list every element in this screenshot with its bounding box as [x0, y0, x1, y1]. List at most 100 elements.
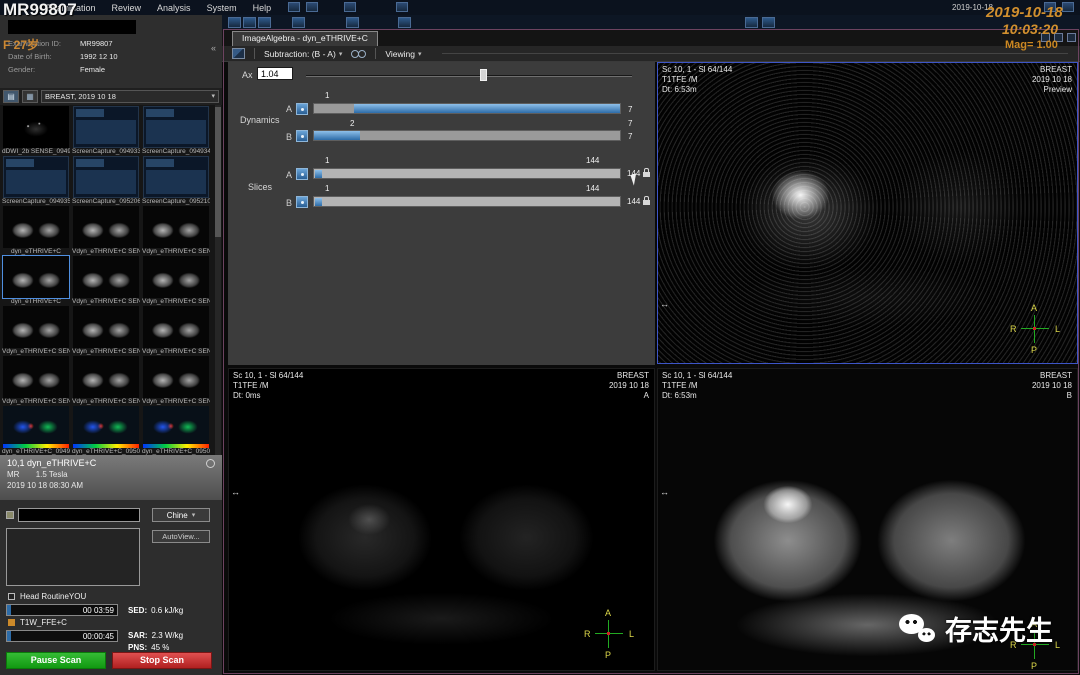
thumbnail-3[interactable]: ScreenCapture_094935 — [2, 156, 70, 206]
film-icon[interactable] — [292, 17, 305, 28]
series-info-icon[interactable] — [206, 459, 215, 468]
window-close-icon[interactable] — [1062, 2, 1074, 12]
thumbnail-6[interactable]: dyn_eTHRIVE+C — [2, 206, 70, 256]
row-letter: A — [286, 104, 292, 114]
scan-checkbox[interactable] — [8, 593, 15, 600]
subtraction-dropdown[interactable]: Subtraction: (B - A) ▾ — [264, 49, 342, 59]
orientation-a: A — [605, 608, 611, 618]
menu-item-review[interactable]: Review — [112, 3, 142, 13]
thumbnail-label: Vdyn_eTHRIVE+C SENS — [2, 398, 70, 406]
tab-imagealgebra[interactable]: ImageAlgebra - dyn_eTHRIVE+C — [232, 31, 378, 46]
thumbnail-13[interactable]: Vdyn_eTHRIVE+C SENS — [72, 306, 140, 356]
dynamics-label: Dynamics — [240, 115, 280, 125]
link-icon[interactable] — [296, 103, 308, 115]
thumbnail-5[interactable]: ScreenCapture_095210 — [142, 156, 210, 206]
collapse-icon[interactable]: « — [211, 43, 216, 53]
slider-thumb[interactable] — [315, 170, 322, 178]
study-select[interactable]: BREAST, 2019 10 18 ▾ — [41, 90, 219, 103]
metric-value: 0.6 kJ/kg — [151, 606, 183, 615]
study-date: 2019 10 18 — [609, 381, 649, 391]
viewport-preview[interactable]: Sc 10, 1 - Sl 64/144 T1TFE /M Dt: 6:53m … — [657, 62, 1078, 364]
viewport-image-a[interactable]: Sc 10, 1 - Sl 64/144 T1TFE /M Dt: 0ms BR… — [228, 368, 655, 671]
thumbnail-scrollbar[interactable] — [215, 105, 221, 455]
thumbnail-9[interactable]: dyn_eTHRIVE+C — [2, 256, 70, 306]
thumbnail-11[interactable]: Vdyn_eTHRIVE+C SENS — [142, 256, 210, 306]
thumbnail-label: ScreenCapture_094933 — [72, 148, 140, 156]
menu-bar: ExaminationReviewAnalysisSystemHelp 2019… — [0, 0, 1080, 15]
thumbnail-19[interactable]: dyn_eTHRIVE+C_09500 — [72, 406, 140, 455]
ax-slider-thumb[interactable] — [480, 69, 487, 81]
slices-a-slider[interactable] — [313, 168, 621, 179]
toolbar-icon[interactable] — [288, 2, 300, 12]
thumbnail-12[interactable]: Vdyn_eTHRIVE+C SENS — [2, 306, 70, 356]
thumbnail-image — [73, 156, 139, 198]
scrollbar-thumb[interactable] — [215, 107, 221, 237]
link-icon[interactable] — [296, 168, 308, 180]
pause-scan-button[interactable]: Pause Scan — [6, 652, 106, 669]
algebra-ab-icon[interactable] — [232, 48, 245, 59]
thumbnail-browser: dDWI_2b SENSE_09493ScreenCapture_094933S… — [0, 105, 222, 455]
autoview-button[interactable]: AutoView... — [152, 530, 210, 543]
thumbnail-1[interactable]: ScreenCapture_094933 — [72, 106, 140, 156]
menu-item-help[interactable]: Help — [253, 3, 272, 13]
thumbnail-14[interactable]: Vdyn_eTHRIVE+C SENS — [142, 306, 210, 356]
patient-field: Date of Birth: 1992 12 10 — [8, 52, 118, 61]
menu-item-system[interactable]: System — [207, 3, 237, 13]
thumbnail-label: ScreenCapture_094935 — [2, 198, 70, 206]
layout-grid-icon[interactable] — [258, 17, 271, 28]
thumbnail-8[interactable]: Vdyn_eTHRIVE+C SENS — [142, 206, 210, 256]
thumbnail-image — [3, 356, 69, 398]
link-icon[interactable] — [296, 130, 308, 142]
grid-view-icon[interactable]: ▦ — [22, 90, 38, 103]
window-close-icon[interactable] — [1067, 33, 1076, 42]
layout-grid-icon[interactable] — [243, 17, 256, 28]
exam-name-field[interactable] — [18, 508, 140, 522]
scan-queue-list[interactable] — [6, 528, 140, 586]
viewport-annotation-left: Sc 10, 1 - Sl 64/144 T1TFE /M Dt: 6:53m — [662, 371, 732, 401]
thumbnail-4[interactable]: ScreenCapture_095206 — [72, 156, 140, 206]
thumbnail-17[interactable]: Vdyn_eTHRIVE+C SENS — [142, 356, 210, 406]
search-binoculars-icon[interactable] — [351, 50, 366, 58]
thumbnail-label: dyn_eTHRIVE+C_09501 — [142, 448, 210, 455]
orientation-r: R — [1010, 324, 1017, 334]
study-select-value: BREAST, 2019 10 18 — [45, 91, 116, 102]
slices-b-slider[interactable] — [313, 196, 621, 207]
thumbnail-0[interactable]: dDWI_2b SENSE_09493 — [2, 106, 70, 156]
slider-thumb[interactable] — [315, 198, 322, 206]
slices-a-start: 1 — [325, 156, 329, 165]
viewport-image-b[interactable]: Sc 10, 1 - Sl 64/144 T1TFE /M Dt: 6:53m … — [657, 368, 1078, 671]
thumbnail-10[interactable]: Vdyn_eTHRIVE+C SENS — [72, 256, 140, 306]
exam-dropdown[interactable]: Chine ▾ — [152, 508, 210, 522]
copy-icon[interactable] — [762, 17, 775, 28]
list-view-icon[interactable]: ▤ — [3, 90, 19, 103]
export-icon[interactable] — [398, 17, 411, 28]
field-label: Date of Birth: — [8, 52, 80, 61]
thumbnail-18[interactable]: dyn_eTHRIVE+C_09496 — [2, 406, 70, 455]
stop-scan-button[interactable]: Stop Scan — [112, 652, 212, 669]
thumbnail-16[interactable]: Vdyn_eTHRIVE+C SENS — [72, 356, 140, 406]
thumbnail-15[interactable]: Vdyn_eTHRIVE+C SENS — [2, 356, 70, 406]
sar-metric: SAR:2.3 W/kg — [128, 631, 183, 640]
ax-slider-track[interactable] — [306, 75, 632, 77]
thumbnail-image — [143, 406, 209, 448]
link-icon[interactable] — [296, 196, 308, 208]
dynamics-a-slider[interactable] — [313, 103, 621, 114]
thumbnail-20[interactable]: dyn_eTHRIVE+C_09501 — [142, 406, 210, 455]
slices-b-lock[interactable]: 144 — [627, 197, 650, 206]
algebra-control-quadrant: Ax 1.04 Dynamics A 1 7 B 2 7 7 Slices A — [228, 62, 655, 365]
metric-label: SED: — [128, 606, 147, 615]
toolbar-icon[interactable] — [344, 2, 356, 12]
print-icon[interactable] — [745, 17, 758, 28]
ax-value-input[interactable]: 1.04 — [257, 67, 293, 80]
menu-item-analysis[interactable]: Analysis — [157, 3, 191, 13]
sequence-info: T1TFE /M — [233, 381, 303, 391]
toolbar-icon[interactable] — [306, 2, 318, 12]
orientation-marker: A R L P — [1013, 307, 1057, 351]
thumbnail-7[interactable]: Vdyn_eTHRIVE+C SENS — [72, 206, 140, 256]
dynamics-b-slider[interactable] — [313, 130, 621, 141]
toolbar-icon[interactable] — [396, 2, 408, 12]
thumbnail-2[interactable]: ScreenCapture_094934 — [142, 106, 210, 156]
viewing-dropdown[interactable]: Viewing ▾ — [385, 49, 421, 59]
layout-grid-icon[interactable] — [228, 17, 241, 28]
save-icon[interactable] — [346, 17, 359, 28]
